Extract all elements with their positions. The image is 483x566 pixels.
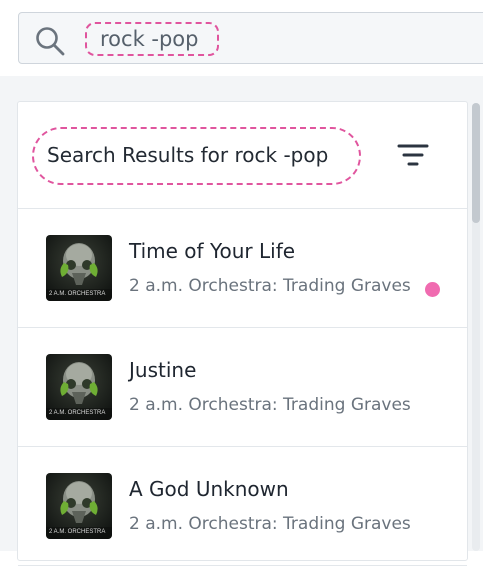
- track-row[interactable]: 2 A.M. ORCHESTRA A God Unknown 2 a.m. Or…: [18, 447, 467, 566]
- album-art-text: 2 A.M. ORCHESTRA: [49, 291, 106, 297]
- now-playing-dot: [425, 282, 440, 297]
- track-row[interactable]: 2 A.M. ORCHESTRA Justine 2 a.m. Orchestr…: [18, 328, 467, 447]
- search-icon[interactable]: [34, 25, 66, 57]
- search-input[interactable]: [85, 22, 219, 56]
- results-title: Search Results for rock -pop: [32, 127, 361, 185]
- album-art-text: 2 A.M. ORCHESTRA: [49, 410, 106, 416]
- search-bar[interactable]: [18, 12, 483, 64]
- results-panel: Search Results for rock -pop 2 A.M. ORCH…: [17, 101, 468, 566]
- track-title: Justine: [129, 358, 197, 382]
- track-title: A God Unknown: [129, 477, 289, 501]
- track-list: 2 A.M. ORCHESTRA Time of Your Life 2 a.m…: [18, 209, 467, 566]
- album-art-image: 2 A.M. ORCHESTRA: [46, 235, 112, 301]
- album-art-text: 2 A.M. ORCHESTRA: [49, 529, 106, 535]
- scrollbar-thumb[interactable]: [472, 103, 480, 223]
- track-row[interactable]: 2 A.M. ORCHESTRA Time of Your Life 2 a.m…: [18, 209, 467, 328]
- track-subtitle: 2 a.m. Orchestra: Trading Graves: [129, 514, 411, 534]
- track-subtitle: 2 a.m. Orchestra: Trading Graves: [129, 276, 411, 296]
- track-title: Time of Your Life: [129, 239, 296, 263]
- filter-icon[interactable]: [397, 142, 429, 168]
- track-subtitle: 2 a.m. Orchestra: Trading Graves: [129, 395, 411, 415]
- results-header: Search Results for rock -pop: [18, 102, 467, 209]
- scrollbar[interactable]: [472, 103, 480, 551]
- album-art-image: 2 A.M. ORCHESTRA: [46, 473, 112, 539]
- album-art-image: 2 A.M. ORCHESTRA: [46, 354, 112, 420]
